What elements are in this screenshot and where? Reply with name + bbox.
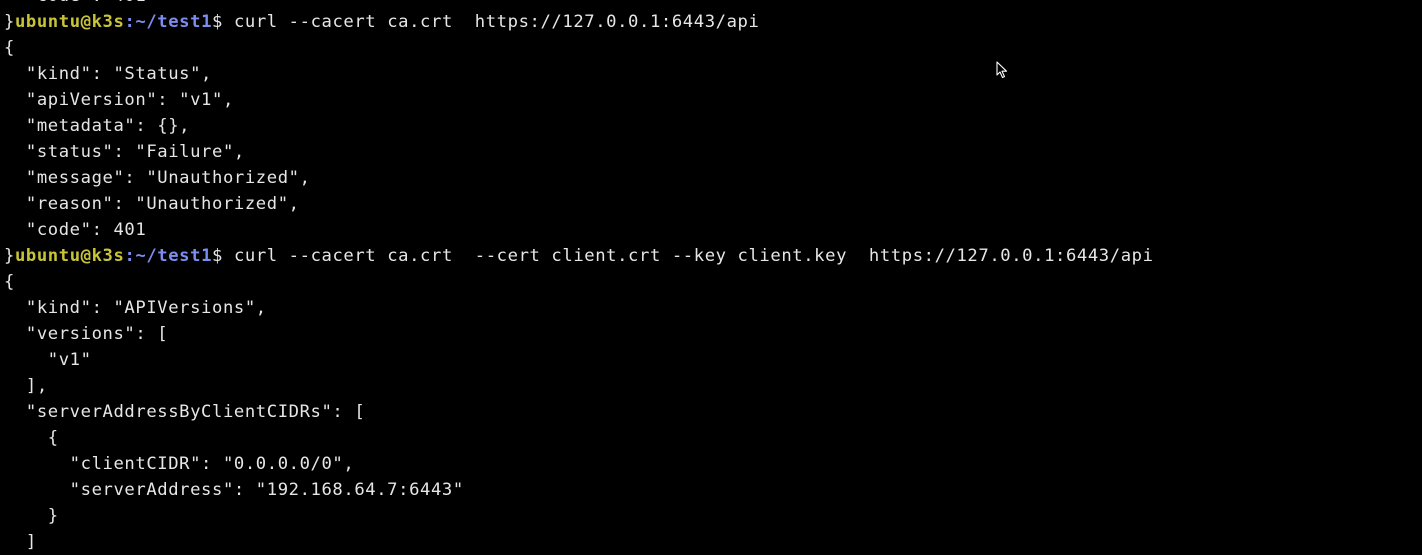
command-text: curl --cacert ca.crt https://127.0.0.1:6…: [233, 12, 760, 32]
output-line: "kind": "APIVersions",: [4, 298, 267, 318]
output-line: "message": "Unauthorized",: [4, 168, 311, 188]
output-line: }: [4, 506, 59, 526]
prompt-symbol: $: [212, 12, 234, 32]
prompt-user: ubuntu@k3s: [14, 246, 125, 266]
prompt-path: ~/test1: [135, 246, 213, 266]
output-line: "metadata": {},: [4, 116, 191, 136]
command-text: curl --cacert ca.crt --cert client.crt -…: [233, 246, 1154, 266]
output-line: {: [4, 428, 59, 448]
prompt-prefix: }: [4, 246, 15, 266]
output-line: "kind": "Status",: [4, 64, 213, 84]
output-line: "serverAddress": "192.168.64.7:6443": [4, 480, 464, 500]
terminal-output: "code": 401}ubuntu@k3s:~/test1$ curl --c…: [4, 0, 1154, 555]
prompt-user: ubuntu@k3s: [14, 12, 125, 32]
output-line: "versions": [: [4, 324, 169, 344]
prompt-separator: :: [124, 12, 136, 32]
output-line: "serverAddressByClientCIDRs": [: [4, 402, 366, 422]
prompt-line: }ubuntu@k3s:~/test1$ curl --cacert ca.cr…: [4, 9, 1154, 35]
output-line: "code": 401: [4, 220, 147, 240]
output-line: "v1": [4, 350, 92, 370]
output-line: "apiVersion": "v1",: [4, 90, 234, 110]
prompt-symbol: $: [212, 246, 234, 266]
prompt-separator: :: [124, 246, 136, 266]
output-line: {: [4, 272, 15, 292]
output-line: {: [4, 38, 15, 58]
output-line: "reason": "Unauthorized",: [4, 194, 300, 214]
output-line: "clientCIDR": "0.0.0.0/0",: [4, 454, 355, 474]
output-line: "code": 401: [4, 0, 1154, 9]
output-line: ]: [4, 532, 37, 552]
output-line: "status": "Failure",: [4, 142, 245, 162]
terminal-window[interactable]: "code": 401}ubuntu@k3s:~/test1$ curl --c…: [0, 0, 1422, 555]
output-line: ],: [4, 376, 48, 396]
prompt-path: ~/test1: [135, 12, 213, 32]
mouse-pointer-icon: [996, 61, 1008, 79]
prompt-prefix: }: [4, 12, 15, 32]
prompt-line: }ubuntu@k3s:~/test1$ curl --cacert ca.cr…: [4, 243, 1154, 269]
